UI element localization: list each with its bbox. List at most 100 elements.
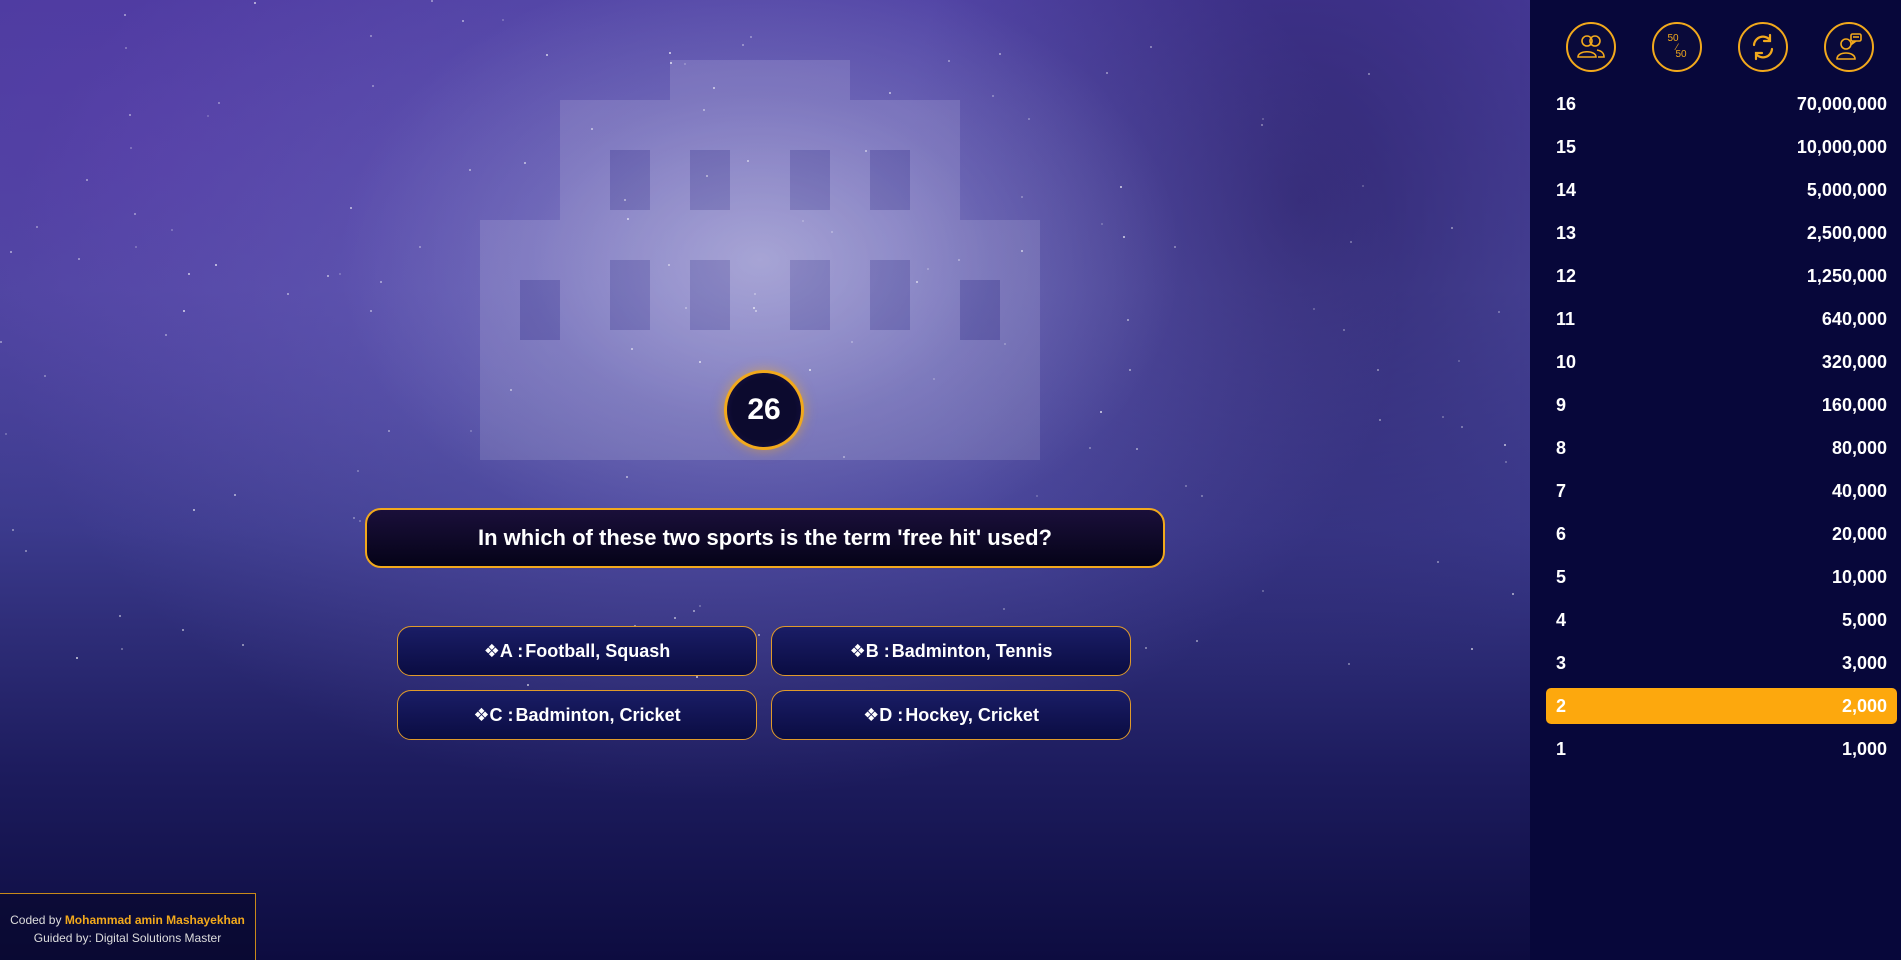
prize-rung: 14 5,000,000 [1546, 172, 1897, 208]
star [1261, 124, 1263, 126]
answer-d-button[interactable]: ❖D : Hockey, Cricket [771, 690, 1131, 740]
prize-rung: 1 1,000 [1546, 731, 1897, 767]
star [1120, 186, 1122, 188]
star [546, 54, 548, 56]
coded-by-prefix: Coded by [10, 913, 65, 927]
star [1262, 590, 1264, 592]
prize-amount: 5,000 [1841, 609, 1887, 630]
star [207, 115, 209, 117]
answer-c-prefix: ❖C : [473, 704, 514, 725]
star [1185, 485, 1187, 487]
prize-rung: 3 3,000 [1546, 645, 1897, 681]
star [1201, 495, 1203, 497]
star [674, 617, 676, 619]
sidebar: 50 ⁄ 50 16 70,000,000 15 10,000,000 14 5,0 [1530, 0, 1901, 960]
star [370, 310, 372, 312]
star [0, 341, 2, 343]
prize-amount: 70,000,000 [1796, 93, 1887, 114]
prize-level: 14 [1556, 179, 1577, 200]
star [1262, 118, 1264, 120]
star [44, 375, 46, 377]
phone-friend-button[interactable] [1824, 22, 1874, 72]
game-area: 26 In which of these two sports is the t… [0, 0, 1530, 960]
countdown-timer: 26 [724, 370, 804, 450]
star [758, 634, 760, 636]
star [1174, 246, 1176, 248]
prize-level: 8 [1556, 437, 1567, 458]
star [242, 644, 244, 646]
prize-level: 6 [1556, 523, 1567, 544]
phone-friend-icon [1836, 33, 1862, 60]
timer-value: 26 [747, 393, 781, 426]
answer-b-text: Badminton, Tennis [891, 640, 1053, 661]
prize-rung: 10 320,000 [1546, 344, 1897, 380]
star [86, 179, 88, 181]
star [370, 35, 372, 37]
prize-amount: 3,000 [1841, 652, 1887, 673]
star [1100, 411, 1102, 413]
star [339, 273, 341, 275]
star [165, 334, 167, 336]
switch-question-button[interactable] [1738, 22, 1788, 72]
fifty-fifty-button[interactable]: 50 ⁄ 50 [1652, 22, 1702, 72]
fifty-fifty-bottom: 50 [1675, 49, 1687, 60]
star [119, 615, 121, 617]
star [1036, 495, 1038, 497]
answer-b-button[interactable]: ❖B : Badminton, Tennis [771, 626, 1131, 676]
lifelines-bar: 50 ⁄ 50 [1530, 22, 1901, 74]
answer-b-prefix: ❖B : [849, 640, 890, 661]
star [527, 684, 529, 686]
star [5, 433, 7, 435]
star [372, 85, 374, 87]
refresh-icon [1752, 33, 1774, 61]
prize-rung: 12 1,250,000 [1546, 258, 1897, 294]
star [1377, 369, 1379, 371]
prize-level: 13 [1556, 222, 1577, 243]
prize-amount: 10,000 [1831, 566, 1887, 587]
star [121, 648, 123, 650]
star [388, 430, 390, 432]
star [999, 53, 1001, 55]
star [1498, 311, 1500, 313]
star [129, 114, 131, 116]
star [1136, 448, 1138, 450]
prize-rung-current: 2 2,000 [1546, 688, 1897, 724]
star [353, 517, 355, 519]
prize-amount: 80,000 [1831, 437, 1887, 458]
star [78, 258, 80, 260]
star [1123, 236, 1125, 238]
star [1362, 185, 1364, 187]
answer-a-text: Football, Squash [525, 640, 671, 661]
answer-a-button[interactable]: ❖A : Football, Squash [397, 626, 757, 676]
fifty-fifty-top: 50 [1667, 33, 1679, 44]
prize-amount: 10,000,000 [1796, 136, 1887, 157]
prize-rung: 11 640,000 [1546, 301, 1897, 337]
prize-amount: 20,000 [1831, 523, 1887, 544]
prize-ladder: 16 70,000,000 15 10,000,000 14 5,000,000 13 2,5… [1546, 86, 1897, 774]
star [699, 605, 701, 607]
star [1145, 647, 1147, 649]
star [130, 147, 132, 149]
prize-level: 10 [1556, 351, 1577, 372]
star [1348, 663, 1350, 665]
prize-rung: 5 10,000 [1546, 559, 1897, 595]
prize-amount: 40,000 [1831, 480, 1887, 501]
star [669, 52, 671, 54]
answer-d-prefix: ❖D : [863, 704, 904, 725]
question-box: In which of these two sports is the term… [365, 508, 1165, 568]
answer-a-prefix: ❖A : [483, 640, 524, 661]
answer-c-button[interactable]: ❖C : Badminton, Cricket [397, 690, 757, 740]
star [1003, 608, 1005, 610]
ask-audience-button[interactable] [1566, 22, 1616, 72]
prize-level: 9 [1556, 394, 1567, 415]
star [431, 0, 433, 2]
prize-rung: 13 2,500,000 [1546, 215, 1897, 251]
prize-amount: 1,250,000 [1806, 265, 1887, 286]
credits-coded-by: Coded by Mohammad amin Mashayekhan [0, 911, 255, 929]
prize-level: 7 [1556, 480, 1567, 501]
star [359, 520, 361, 522]
star [1505, 461, 1507, 463]
star [135, 246, 137, 248]
star [1379, 419, 1381, 421]
prize-level: 12 [1556, 265, 1577, 286]
